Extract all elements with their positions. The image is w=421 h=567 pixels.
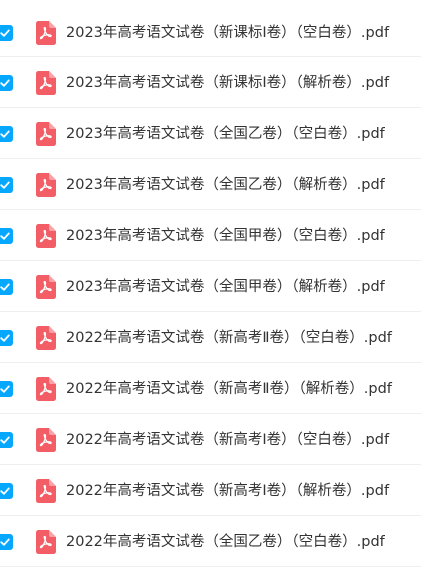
file-row[interactable]: 2022年高考语文试卷（新高考Ⅱ卷）（解析卷）.pdf xyxy=(0,363,421,414)
file-name[interactable]: 2022年高考语文试卷（新高考Ⅱ卷）（解析卷）.pdf xyxy=(66,379,392,399)
pdf-icon xyxy=(36,122,56,146)
pdf-icon xyxy=(36,530,56,554)
file-row[interactable]: 2022年高考语文试卷（全国乙卷）（空白卷）.pdf xyxy=(0,516,421,567)
file-name[interactable]: 2023年高考语文试卷（新课标Ⅰ卷）（空白卷）.pdf xyxy=(66,23,389,43)
pdf-icon xyxy=(36,21,56,45)
check-icon xyxy=(0,487,10,495)
check-icon xyxy=(0,334,10,342)
check-icon xyxy=(0,436,10,444)
file-name[interactable]: 2023年高考语文试卷（全国乙卷）（解析卷）.pdf xyxy=(66,175,385,195)
pdf-icon xyxy=(36,71,56,95)
row-checkbox[interactable] xyxy=(0,228,13,244)
pdf-icon xyxy=(36,275,56,299)
row-checkbox[interactable] xyxy=(0,381,13,397)
check-icon xyxy=(0,29,10,37)
check-icon xyxy=(0,538,10,546)
row-checkbox[interactable] xyxy=(0,483,13,499)
file-name[interactable]: 2022年高考语文试卷（新高考Ⅰ卷）（空白卷）.pdf xyxy=(66,430,389,450)
file-row[interactable]: 2022年高考语文试卷（新高考Ⅰ卷）（空白卷）.pdf xyxy=(0,414,421,465)
file-row[interactable]: 2023年高考语文试卷（新课标Ⅰ卷）（空白卷）.pdf xyxy=(0,0,421,57)
check-icon xyxy=(0,181,10,189)
row-checkbox[interactable] xyxy=(0,177,13,193)
pdf-icon xyxy=(36,377,56,401)
file-name[interactable]: 2022年高考语文试卷（全国乙卷）（空白卷）.pdf xyxy=(66,532,385,552)
file-row[interactable]: 2023年高考语文试卷（新课标Ⅰ卷）（解析卷）.pdf xyxy=(0,57,421,108)
row-checkbox[interactable] xyxy=(0,534,13,550)
pdf-icon xyxy=(36,326,56,350)
file-name[interactable]: 2023年高考语文试卷（全国甲卷）（解析卷）.pdf xyxy=(66,277,385,297)
file-row[interactable]: 2022年高考语文试卷（新高考Ⅰ卷）（解析卷）.pdf xyxy=(0,465,421,516)
check-icon xyxy=(0,283,10,291)
file-name[interactable]: 2023年高考语文试卷（全国乙卷）（空白卷）.pdf xyxy=(66,124,385,144)
file-list: 2023年高考语文试卷（新课标Ⅰ卷）（空白卷）.pdf 2023年高考语文试卷（新… xyxy=(0,0,421,567)
row-checkbox[interactable] xyxy=(0,279,13,295)
file-name[interactable]: 2022年高考语文试卷（新高考Ⅱ卷）（空白卷）.pdf xyxy=(66,328,392,348)
pdf-icon xyxy=(36,428,56,452)
row-checkbox[interactable] xyxy=(0,75,13,91)
pdf-icon xyxy=(36,479,56,503)
check-icon xyxy=(0,79,10,87)
row-checkbox[interactable] xyxy=(0,126,13,142)
pdf-icon xyxy=(36,173,56,197)
row-checkbox[interactable] xyxy=(0,330,13,346)
file-row[interactable]: 2023年高考语文试卷（全国乙卷）（空白卷）.pdf xyxy=(0,108,421,159)
pdf-icon xyxy=(36,224,56,248)
row-checkbox[interactable] xyxy=(0,432,13,448)
file-row[interactable]: 2023年高考语文试卷（全国甲卷）（空白卷）.pdf xyxy=(0,210,421,261)
row-checkbox[interactable] xyxy=(0,25,13,41)
check-icon xyxy=(0,130,10,138)
file-row[interactable]: 2023年高考语文试卷（全国甲卷）（解析卷）.pdf xyxy=(0,261,421,312)
file-row[interactable]: 2022年高考语文试卷（新高考Ⅱ卷）（空白卷）.pdf xyxy=(0,312,421,363)
file-name[interactable]: 2023年高考语文试卷（新课标Ⅰ卷）（解析卷）.pdf xyxy=(66,73,389,93)
file-name[interactable]: 2022年高考语文试卷（新高考Ⅰ卷）（解析卷）.pdf xyxy=(66,481,389,501)
file-row[interactable]: 2023年高考语文试卷（全国乙卷）（解析卷）.pdf xyxy=(0,159,421,210)
check-icon xyxy=(0,232,10,240)
check-icon xyxy=(0,385,10,393)
file-name[interactable]: 2023年高考语文试卷（全国甲卷）（空白卷）.pdf xyxy=(66,226,385,246)
